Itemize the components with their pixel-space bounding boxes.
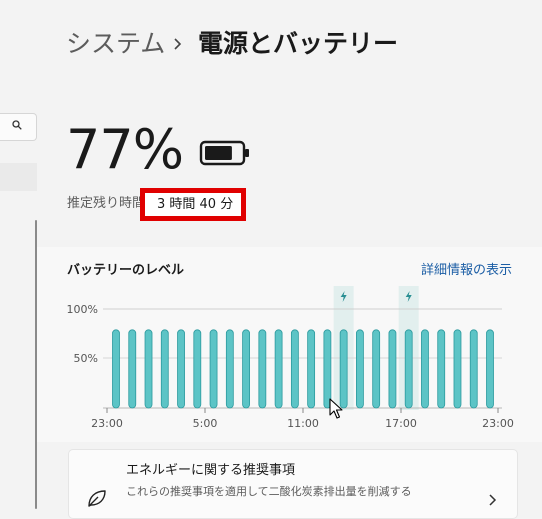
recommendation-title: エネルギーに関する推奨事項 xyxy=(126,463,296,478)
battery-bar xyxy=(339,329,348,409)
battery-bar xyxy=(307,329,316,409)
battery-bar xyxy=(258,329,267,409)
x-tick-label: 23:00 xyxy=(91,417,123,430)
battery-bar xyxy=(112,329,120,409)
battery-bar xyxy=(453,329,462,409)
battery-bar xyxy=(193,329,202,409)
battery-bar xyxy=(144,329,153,409)
x-tick-label: 5:00 xyxy=(193,417,218,430)
battery-bar xyxy=(388,329,397,409)
battery-bar xyxy=(437,329,446,409)
y-tick-label: 100% xyxy=(67,303,98,316)
battery-bar xyxy=(404,329,413,409)
recommendation-subtitle: これらの推奨事項を適用して二酸化炭素排出量を削減する xyxy=(126,485,412,498)
chevron-right-icon xyxy=(489,494,497,506)
battery-bar xyxy=(225,329,234,409)
battery-bar xyxy=(469,329,478,409)
battery-bar xyxy=(372,329,381,409)
battery-bar xyxy=(421,329,429,409)
battery-bar xyxy=(160,329,169,409)
battery-bar xyxy=(356,329,364,409)
mouse-cursor-icon xyxy=(329,398,343,419)
battery-bar xyxy=(177,329,185,409)
battery-bar xyxy=(486,329,494,409)
leaf-icon xyxy=(88,490,106,507)
battery-bar xyxy=(128,329,137,409)
y-tick-label: 50% xyxy=(74,352,98,365)
x-tick-label: 17:00 xyxy=(385,417,417,430)
battery-bar xyxy=(290,329,299,409)
battery-bar xyxy=(323,329,332,409)
x-tick-label: 23:00 xyxy=(482,417,514,430)
battery-bar xyxy=(242,329,250,409)
battery-bar xyxy=(209,329,218,409)
battery-level-chart: 100% 50% 23:00 5:00 11:00 17:00 23:00 xyxy=(67,286,514,430)
x-tick-label: 11:00 xyxy=(287,417,319,430)
battery-bar xyxy=(274,329,283,409)
